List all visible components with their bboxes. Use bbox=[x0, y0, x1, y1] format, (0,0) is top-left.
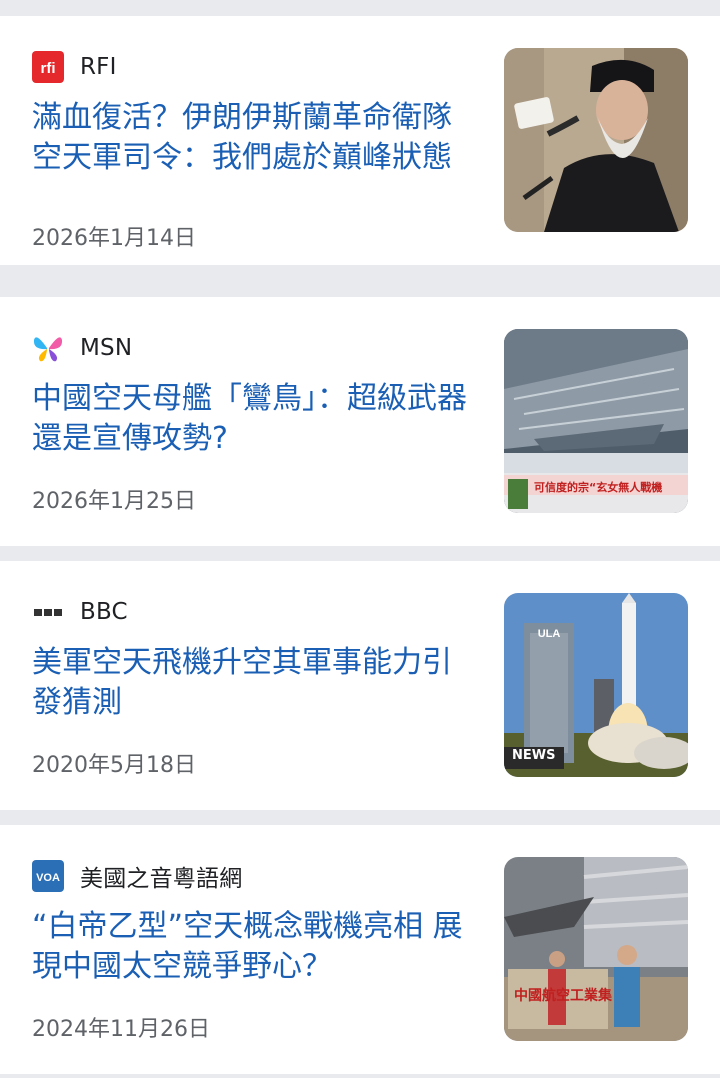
article-title[interactable]: “白帝乙型”空天概念戰機亮相 展現中國太空競爭野心？ bbox=[32, 907, 472, 987]
news-feed: rfi RFI 滿血復活？伊朗伊斯蘭革命衛隊空天軍司令：我們處於巔峰狀態 202… bbox=[0, 0, 720, 1078]
news-source: VOA 美國之音粵語網 bbox=[32, 859, 242, 893]
rfi-logo-icon: rfi bbox=[32, 51, 64, 83]
article-date: 2026年1月14日 bbox=[32, 226, 196, 251]
news-card[interactable]: VOA 美國之音粵語網 “白帝乙型”空天概念戰機亮相 展現中國太空競爭野心？ 2… bbox=[0, 825, 720, 1074]
source-name: BBC bbox=[80, 599, 128, 625]
svg-text:rfi: rfi bbox=[41, 60, 56, 77]
article-date: 2020年5月18日 bbox=[32, 753, 196, 778]
aircraft-model-photo bbox=[504, 857, 688, 1041]
thumbnail-caption: 中國航空工業集 bbox=[514, 988, 612, 1004]
article-date: 2024年11月26日 bbox=[32, 1017, 210, 1042]
source-name: RFI bbox=[80, 54, 117, 80]
thumbnail-caption: NEWS bbox=[512, 748, 556, 763]
news-card[interactable]: rfi RFI 滿血復活？伊朗伊斯蘭革命衛隊空天軍司令：我們處於巔峰狀態 202… bbox=[0, 16, 720, 265]
article-title[interactable]: 中國空天母艦「鸞鳥」：超級武器還是宣傳攻勢? bbox=[32, 379, 472, 459]
article-thumbnail[interactable] bbox=[504, 48, 688, 232]
news-source: BBC bbox=[32, 595, 128, 629]
article-thumbnail[interactable]: ULA NEWS bbox=[504, 593, 688, 777]
svg-text:VOA: VOA bbox=[36, 872, 60, 884]
cleric-speaking-photo bbox=[504, 48, 688, 232]
article-date: 2026年1月25日 bbox=[32, 489, 196, 514]
svg-text:ULA: ULA bbox=[538, 628, 561, 640]
news-source: rfi RFI bbox=[32, 50, 117, 84]
article-title[interactable]: 美軍空天飛機升空其軍事能力引發猜測 bbox=[32, 643, 472, 723]
msn-butterfly-icon bbox=[32, 332, 64, 364]
voa-logo-icon: VOA bbox=[32, 860, 64, 892]
news-card[interactable]: MSN 中國空天母艦「鸞鳥」：超級武器還是宣傳攻勢? 2026年1月25日 可信… bbox=[0, 297, 720, 546]
article-thumbnail[interactable]: 可信度的宗“玄女無人戰機 bbox=[504, 329, 688, 513]
source-name: 美國之音粵語網 bbox=[80, 866, 243, 892]
news-source: MSN bbox=[32, 331, 132, 365]
article-thumbnail[interactable]: 中國航空工業集 bbox=[504, 857, 688, 1041]
article-title[interactable]: 滿血復活？伊朗伊斯蘭革命衛隊空天軍司令：我們處於巔峰狀態 bbox=[32, 98, 472, 178]
bbc-logo-icon bbox=[32, 596, 64, 628]
news-card[interactable]: BBC 美軍空天飛機升空其軍事能力引發猜測 2020年5月18日 ULA NEW… bbox=[0, 561, 720, 810]
source-name: MSN bbox=[80, 335, 133, 361]
thumbnail-caption: 可信度的宗“玄女無人戰機 bbox=[534, 481, 663, 494]
